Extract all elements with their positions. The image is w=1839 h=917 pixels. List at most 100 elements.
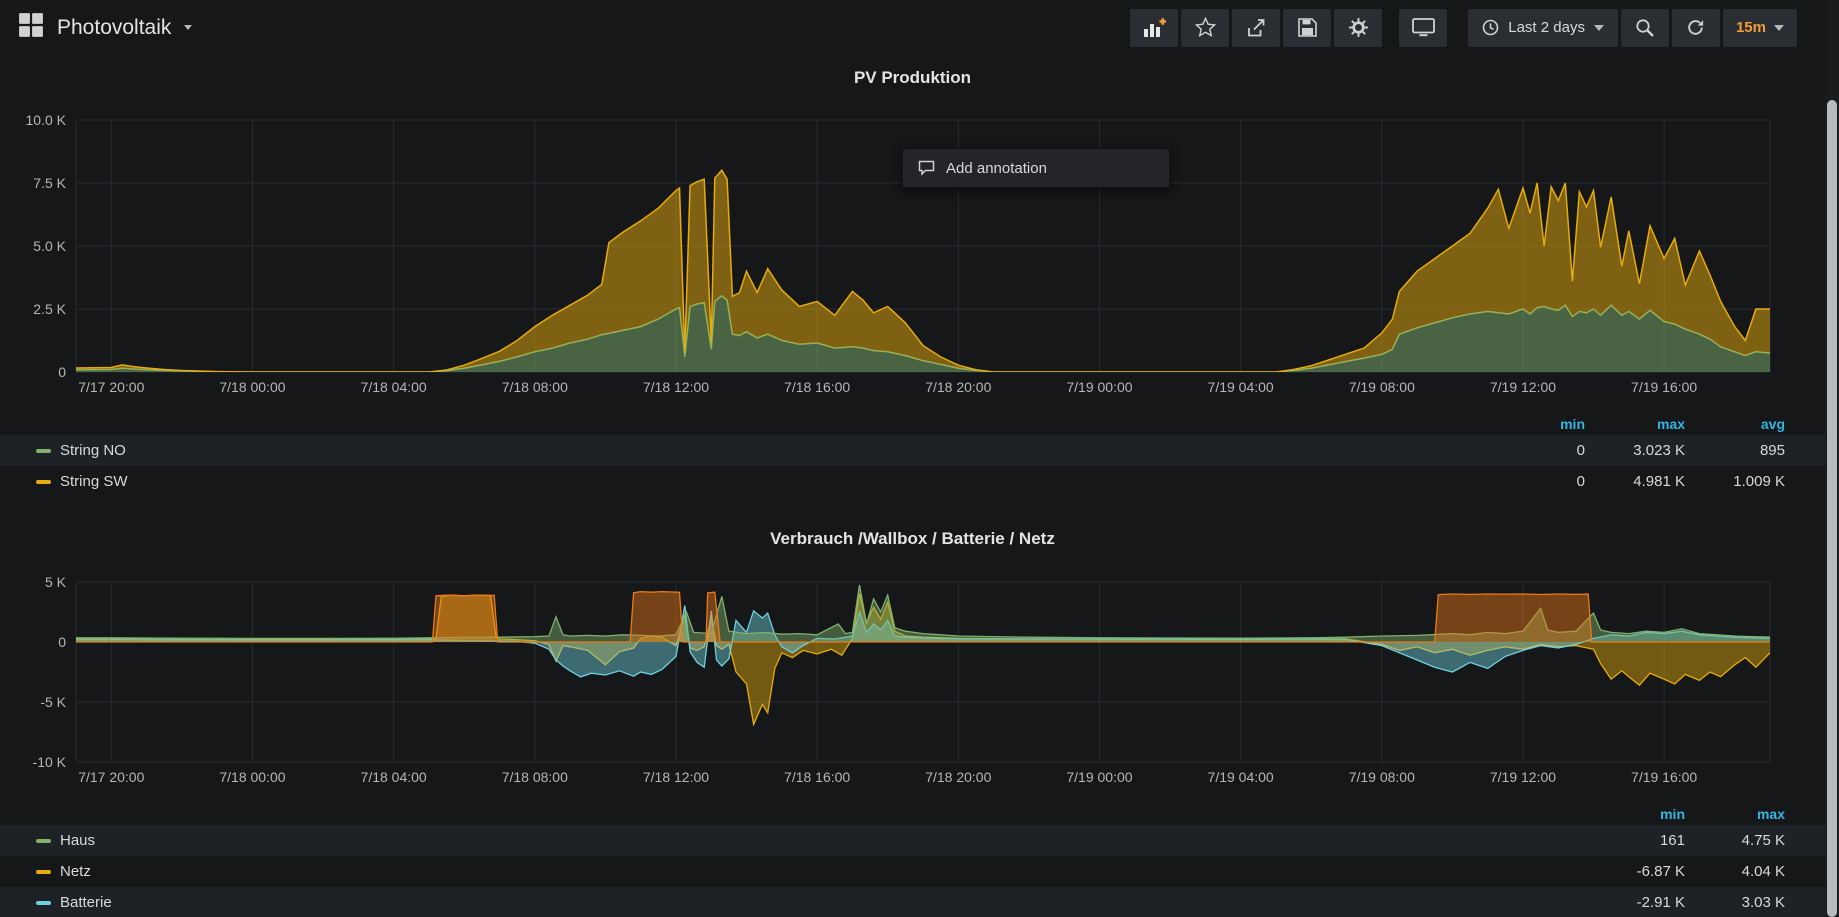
svg-text:7/19 12:00: 7/19 12:00 [1490,769,1556,785]
svg-text:7/19 04:00: 7/19 04:00 [1208,379,1274,395]
panel-title-verbrauch[interactable]: Verbrauch /Wallbox / Batterie / Netz [0,529,1825,549]
svg-text:7/19 08:00: 7/19 08:00 [1349,379,1415,395]
series-max: 4.75 K [1685,832,1785,849]
svg-text:7/17 20:00: 7/17 20:00 [78,379,144,395]
dashboard-title[interactable]: Photovoltaik [57,16,171,40]
title-caret-icon[interactable] [184,25,192,30]
svg-text:7/19 00:00: 7/19 00:00 [1066,769,1132,785]
star-button[interactable] [1181,9,1229,47]
svg-text:7/18 16:00: 7/18 16:00 [784,769,850,785]
navbar-right: Last 2 days 15m [1127,9,1797,47]
svg-text:7/19 16:00: 7/19 16:00 [1631,379,1697,395]
verbrauch-legend: min max Haus 161 4.75 K Netz -6.87 K 4.0… [0,802,1825,917]
legend-row-string-sw: String SW 0 4.981 K 1.009 K [0,466,1825,497]
svg-text:7/19 12:00: 7/19 12:00 [1490,379,1556,395]
series-name[interactable]: String NO [60,442,126,459]
time-range-caret-icon [1594,25,1604,31]
svg-text:7.5 K: 7.5 K [33,175,66,191]
tv-mode-button[interactable] [1399,9,1447,47]
scrollbar-thumb[interactable] [1827,100,1837,917]
series-swatch [36,449,51,453]
series-min: -6.87 K [1585,863,1685,880]
svg-text:7/19 00:00: 7/19 00:00 [1066,379,1132,395]
series-name[interactable]: Netz [60,863,91,880]
add-panel-icon [1143,18,1166,38]
svg-text:10.0 K: 10.0 K [26,112,67,128]
series-swatch [36,870,51,874]
clock-icon [1482,19,1499,36]
add-annotation-label: Add annotation [946,160,1047,177]
dashboard-grid-icon[interactable] [18,12,44,43]
series-name[interactable]: Haus [60,832,95,849]
refresh-interval-label: 15m [1736,19,1766,36]
svg-text:7/17 20:00: 7/17 20:00 [78,769,144,785]
svg-text:7/18 12:00: 7/18 12:00 [643,379,709,395]
svg-text:-5 K: -5 K [40,694,66,710]
legend-col-min[interactable]: min [1585,806,1685,822]
svg-text:7/18 20:00: 7/18 20:00 [925,379,991,395]
series-name[interactable]: Batterie [60,894,112,911]
series-max: 4.04 K [1685,863,1785,880]
star-icon [1195,17,1216,38]
monitor-icon [1412,18,1435,37]
svg-text:7/18 04:00: 7/18 04:00 [361,769,427,785]
refresh-button[interactable] [1672,9,1720,47]
legend-col-max[interactable]: max [1585,416,1685,432]
refresh-icon [1686,18,1705,37]
navbar: Photovoltaik [0,0,1839,55]
save-icon [1298,18,1317,37]
series-avg: 895 [1685,442,1785,459]
svg-text:7/18 00:00: 7/18 00:00 [219,769,285,785]
legend-row-haus: Haus 161 4.75 K [0,825,1825,856]
series-max: 3.03 K [1685,894,1785,911]
legend-col-avg[interactable]: avg [1685,416,1785,432]
series-name[interactable]: String SW [60,473,128,490]
scrollbar-track [1825,0,1839,917]
svg-text:7/19 04:00: 7/19 04:00 [1208,769,1274,785]
svg-text:7/19 16:00: 7/19 16:00 [1631,769,1697,785]
svg-text:7/18 00:00: 7/18 00:00 [219,379,285,395]
svg-text:7/18 08:00: 7/18 08:00 [502,379,568,395]
navbar-left: Photovoltaik [18,12,192,43]
series-swatch [36,839,51,843]
series-swatch [36,480,51,484]
svg-text:2.5 K: 2.5 K [33,301,66,317]
svg-text:7/18 04:00: 7/18 04:00 [361,379,427,395]
share-icon [1246,18,1266,38]
svg-text:-10 K: -10 K [33,754,67,770]
panel-title-pv-produktion[interactable]: PV Produktion [0,68,1825,88]
svg-text:0: 0 [58,634,66,650]
zoom-out-button[interactable] [1621,9,1669,47]
legend-row-string-no: String NO 0 3.023 K 895 [0,435,1825,466]
add-panel-button[interactable] [1130,9,1178,47]
series-swatch [36,901,51,905]
pv-produktion-legend: min max avg String NO 0 3.023 K 895 Stri… [0,412,1825,497]
time-range-button[interactable]: Last 2 days [1468,9,1618,47]
svg-text:7/19 08:00: 7/19 08:00 [1349,769,1415,785]
series-max: 4.981 K [1585,473,1685,490]
magnifier-icon [1635,18,1655,38]
svg-text:7/18 12:00: 7/18 12:00 [643,769,709,785]
svg-text:7/18 20:00: 7/18 20:00 [925,769,991,785]
series-avg: 1.009 K [1685,473,1785,490]
series-min: 0 [1485,473,1585,490]
refresh-interval-button[interactable]: 15m [1723,9,1797,47]
legend-row-batterie: Batterie -2.91 K 3.03 K [0,887,1825,917]
legend-header: min max avg [0,412,1825,435]
verbrauch-chart[interactable]: 7/17 20:00 7/18 00:00 7/18 04:00 7/18 08:00… [0,555,1825,799]
svg-text:7/18 16:00: 7/18 16:00 [784,379,850,395]
add-annotation-menu-item[interactable]: Add annotation [902,148,1170,188]
pv-produktion-chart[interactable]: 7/17 20:00 7/18 00:00 7/18 04:00 7/18 08:00… [0,88,1825,410]
series-min: 0 [1485,442,1585,459]
save-button[interactable] [1283,9,1331,47]
svg-text:7/18 08:00: 7/18 08:00 [502,769,568,785]
share-button[interactable] [1232,9,1280,47]
series-max: 3.023 K [1585,442,1685,459]
refresh-interval-caret-icon [1774,25,1784,31]
legend-row-netz: Netz -6.87 K 4.04 K [0,856,1825,887]
settings-button[interactable] [1334,9,1382,47]
svg-text:0: 0 [58,364,66,380]
legend-col-min[interactable]: min [1485,416,1585,432]
legend-col-max[interactable]: max [1685,806,1785,822]
gear-icon [1348,17,1369,38]
